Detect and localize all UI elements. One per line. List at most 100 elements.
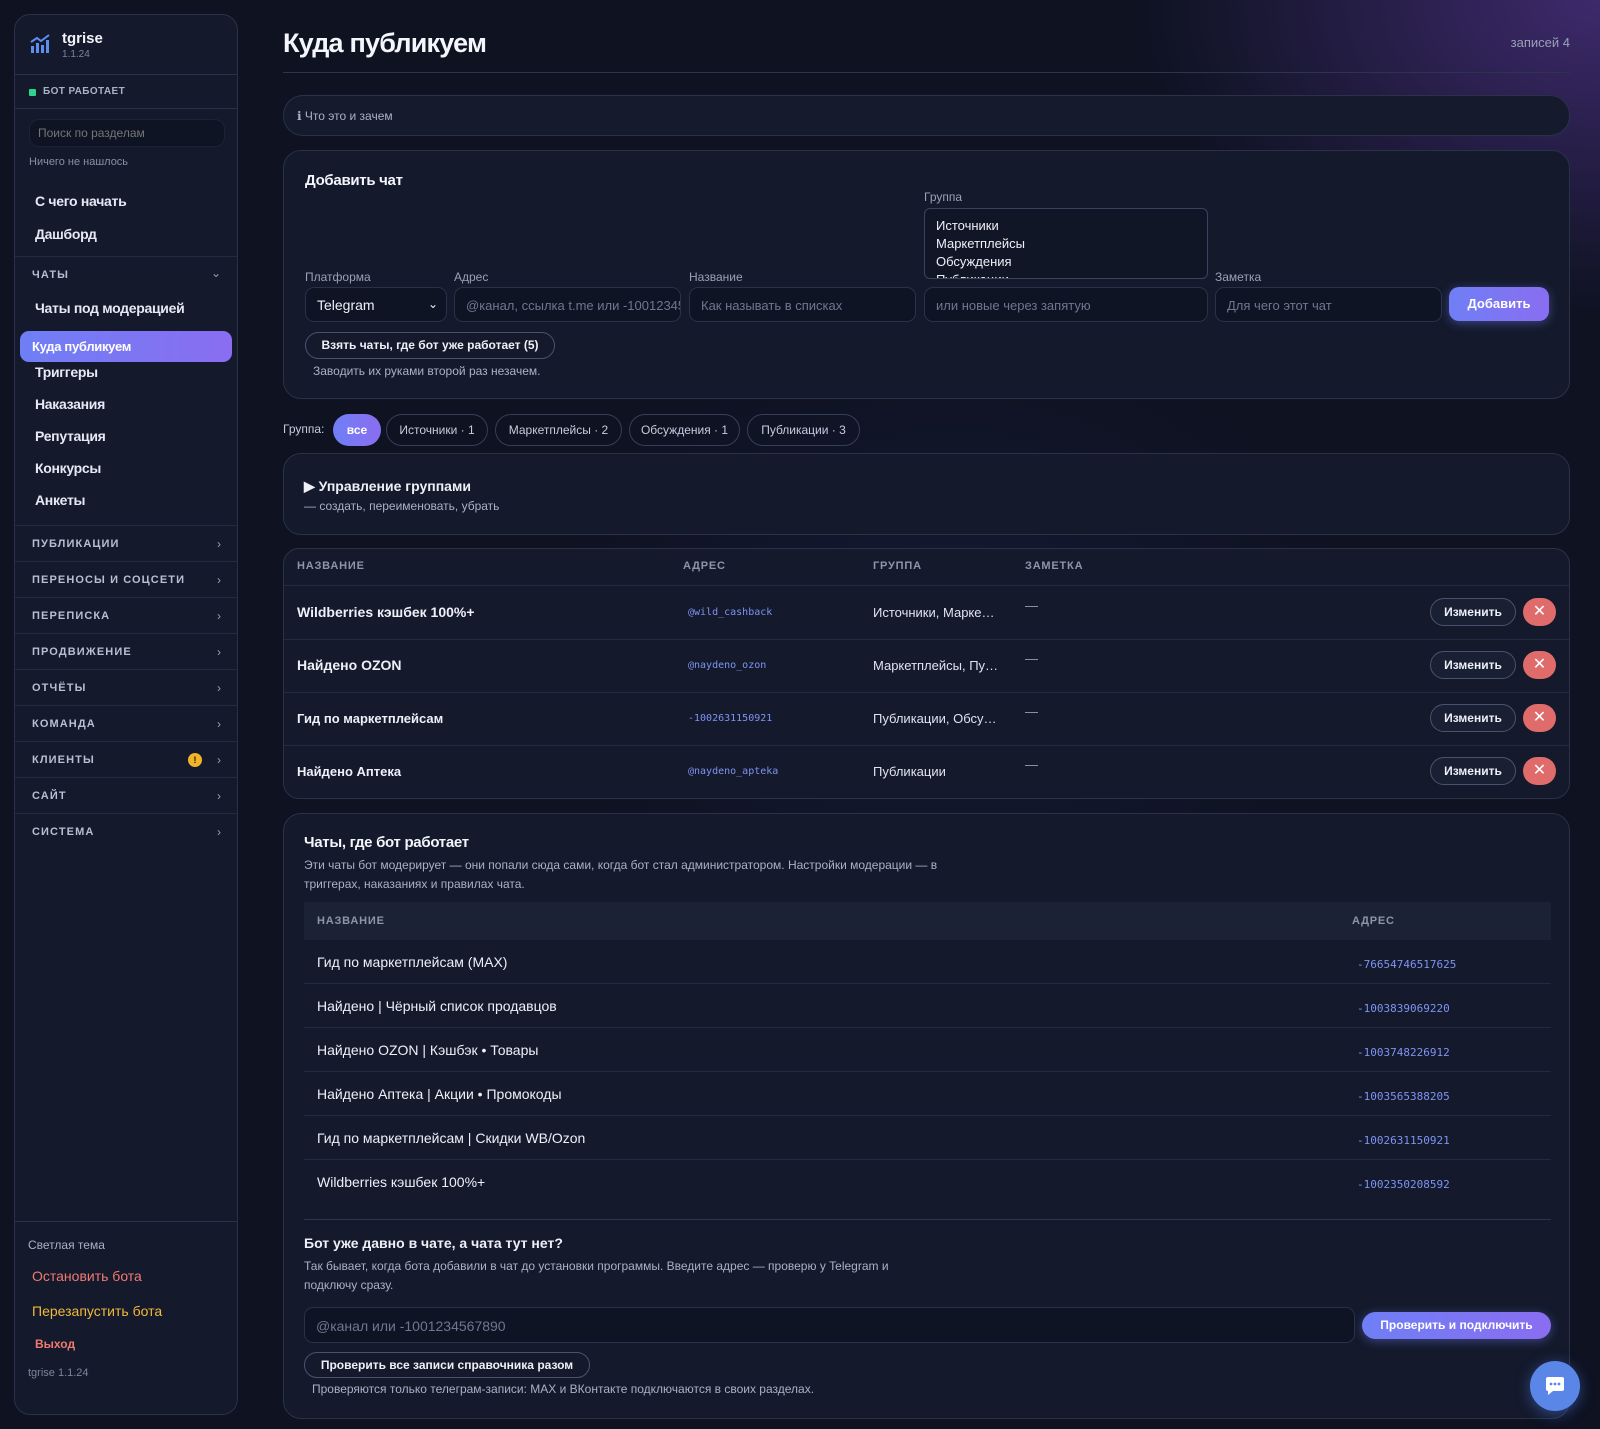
section-publications[interactable]: ПУБЛИКАЦИИ › xyxy=(15,525,237,561)
name-input[interactable]: Как называть в списках xyxy=(689,287,916,322)
group-multiselect[interactable]: Источники Маркетплейсы Обсуждения Публик… xyxy=(924,208,1208,279)
targets-table: НАЗВАНИЕ АДРЕС ГРУППА ЗАМЕТКА Wildberrie… xyxy=(283,548,1570,799)
section-system[interactable]: СИСТЕМА › xyxy=(15,813,237,849)
note-input[interactable]: Для чего этот чат xyxy=(1215,287,1442,322)
group-new-input[interactable]: или новые через запятую xyxy=(924,287,1208,322)
edit-button[interactable]: Изменить xyxy=(1430,598,1516,626)
sidebar-header: tgrise 1.1.24 xyxy=(15,15,237,75)
nav-item-punishments[interactable]: Наказания xyxy=(35,396,105,412)
section-label: КОМАНДА xyxy=(32,718,96,730)
bot-chat-name: Гид по маркетплейсам (MAX) xyxy=(317,954,508,970)
bot-chat-row: Найдено OZON | Кэшбэк • Товары -10037482… xyxy=(304,1028,1551,1072)
app-name: tgrise xyxy=(62,30,103,47)
chevron-right-icon: › xyxy=(217,537,221,551)
bot-chat-row: Гид по маркетплейсам (MAX) -766547465176… xyxy=(304,940,1551,984)
nav-item-moderated-chats[interactable]: Чаты под модерацией xyxy=(35,300,185,316)
section-label: СИСТЕМА xyxy=(32,826,95,838)
chart-bars-icon xyxy=(30,34,50,53)
name-label: Название xyxy=(689,270,743,284)
nav-item-dashboard[interactable]: Дашборд xyxy=(35,226,97,242)
info-toggle[interactable]: ℹ Что это и зачем xyxy=(283,95,1570,136)
edit-button[interactable]: Изменить xyxy=(1430,757,1516,785)
section-clients[interactable]: КЛИЕНТЫ! › xyxy=(15,741,237,777)
chat-fab-button[interactable] xyxy=(1530,1361,1580,1411)
nav-item-publish-targets[interactable]: Куда публикуем xyxy=(20,331,232,362)
filter-chip-discussions[interactable]: Обсуждения · 1 xyxy=(629,414,740,446)
delete-button[interactable]: ✕ xyxy=(1523,651,1556,679)
group-option-sources[interactable]: Источники xyxy=(936,217,999,235)
col-header-name: НАЗВАНИЕ xyxy=(317,915,385,927)
row-name: Гид по маркетплейсам xyxy=(297,711,444,726)
platform-select[interactable]: Telegram ⌄ xyxy=(305,287,447,322)
filter-chip-publications[interactable]: Публикации · 3 xyxy=(747,414,860,446)
edit-button[interactable]: Изменить xyxy=(1430,651,1516,679)
delete-button[interactable]: ✕ xyxy=(1523,704,1556,732)
edit-button[interactable]: Изменить xyxy=(1430,704,1516,732)
logout-button[interactable]: Выход xyxy=(35,1337,75,1351)
address-input[interactable]: @канал, ссылка t.me или -1001234567890 xyxy=(454,287,681,322)
bot-chat-name: Wildberries кэшбек 100%+ xyxy=(317,1174,486,1190)
group-management-panel[interactable]: ▶ Управление группами — создать, переиме… xyxy=(283,453,1570,535)
note-label: Заметка xyxy=(1215,270,1262,284)
chevron-right-icon: › xyxy=(217,825,221,839)
chevron-right-icon: › xyxy=(217,789,221,803)
table-row: Найдено OZON @naydeno_ozon Маркетплейсы,… xyxy=(284,640,1569,693)
page-title: Куда публикуем xyxy=(283,28,487,58)
section-label: ПЕРЕНОСЫ И СОЦСЕТИ xyxy=(32,574,186,586)
restart-bot-button[interactable]: Перезапустить бота xyxy=(32,1303,162,1319)
missing-chat-desc-line1: Так бывает, когда бота добавили в чат до… xyxy=(304,1259,889,1273)
section-reports[interactable]: ОТЧЁТЫ › xyxy=(15,669,237,705)
stop-bot-button[interactable]: Остановить бота xyxy=(32,1268,142,1284)
nav-item-contests[interactable]: Конкурсы xyxy=(35,460,101,476)
col-header-name: НАЗВАНИЕ xyxy=(297,560,365,572)
section-team[interactable]: КОМАНДА › xyxy=(15,705,237,741)
sidebar-footer: Светлая тема Остановить бота Перезапусти… xyxy=(15,1221,237,1414)
add-button[interactable]: Добавить xyxy=(1449,287,1549,321)
group-option-marketplaces[interactable]: Маркетплейсы xyxy=(936,235,1025,253)
no-results-text: Ничего не нашлось xyxy=(29,156,129,168)
nav-item-reputation[interactable]: Репутация xyxy=(35,428,106,444)
delete-button[interactable]: ✕ xyxy=(1523,598,1556,626)
light-theme-toggle[interactable]: Светлая тема xyxy=(28,1238,105,1252)
filter-chip-all[interactable]: все xyxy=(333,414,381,446)
row-group: Маркетплейсы, Пу… xyxy=(873,658,999,673)
bot-chat-address: -76654746517625 xyxy=(1357,958,1457,971)
records-count: записей 4 xyxy=(1510,35,1570,50)
nav-item-getting-started[interactable]: С чего начать xyxy=(35,193,127,209)
section-divider xyxy=(304,1219,1551,1220)
section-messaging[interactable]: ПЕРЕПИСКА › xyxy=(15,597,237,633)
section-chats[interactable]: ЧАТЫ ⌄ xyxy=(15,256,237,292)
row-name: Найдено OZON xyxy=(297,657,402,673)
platform-select-value: Telegram xyxy=(317,297,375,313)
row-note: — xyxy=(1025,704,1038,719)
bot-chat-name: Найдено OZON | Кэшбэк • Товары xyxy=(317,1042,539,1058)
clients-alert-badge: ! xyxy=(188,753,202,767)
chevron-down-icon: ⌄ xyxy=(427,297,438,311)
bot-chats-card: Чаты, где бот работает Эти чаты бот моде… xyxy=(283,813,1570,1419)
filter-chip-marketplaces[interactable]: Маркетплейсы · 2 xyxy=(495,414,622,446)
import-chats-button[interactable]: Взять чаты, где бот уже работает (5) xyxy=(305,332,555,359)
delete-button[interactable]: ✕ xyxy=(1523,757,1556,785)
section-site[interactable]: САЙТ › xyxy=(15,777,237,813)
row-group: Источники, Марке… xyxy=(873,605,995,620)
check-and-connect-button[interactable]: Проверить и подключить xyxy=(1362,1312,1551,1339)
sidebar-search-input[interactable] xyxy=(29,119,225,147)
row-note: — xyxy=(1025,757,1038,772)
group-option-publications[interactable]: Публикации xyxy=(936,271,1009,278)
filter-chip-sources[interactable]: Источники · 1 xyxy=(386,414,488,446)
nav-item-triggers[interactable]: Триггеры xyxy=(35,364,98,380)
section-label: ПУБЛИКАЦИИ xyxy=(32,538,120,550)
add-chat-card: Добавить чат Платформа Telegram ⌄ Адрес … xyxy=(283,150,1570,399)
app-version: 1.1.24 xyxy=(62,49,90,60)
missing-chat-input[interactable]: @канал или -1001234567890 xyxy=(304,1307,1355,1343)
chevron-down-icon: ⌄ xyxy=(210,266,221,280)
nav-item-forms[interactable]: Анкеты xyxy=(35,492,85,508)
section-promotion[interactable]: ПРОДВИЖЕНИЕ › xyxy=(15,633,237,669)
section-transfers[interactable]: ПЕРЕНОСЫ И СОЦСЕТИ › xyxy=(15,561,237,597)
check-all-button[interactable]: Проверить все записи справочника разом xyxy=(304,1352,590,1378)
group-option-discussions[interactable]: Обсуждения xyxy=(936,253,1012,271)
row-group: Публикации xyxy=(873,764,946,779)
col-header-address: АДРЕС xyxy=(683,560,726,572)
group-management-title: ▶ Управление группами xyxy=(304,478,471,494)
bot-chat-name: Найдено | Чёрный список продавцов xyxy=(317,998,557,1014)
